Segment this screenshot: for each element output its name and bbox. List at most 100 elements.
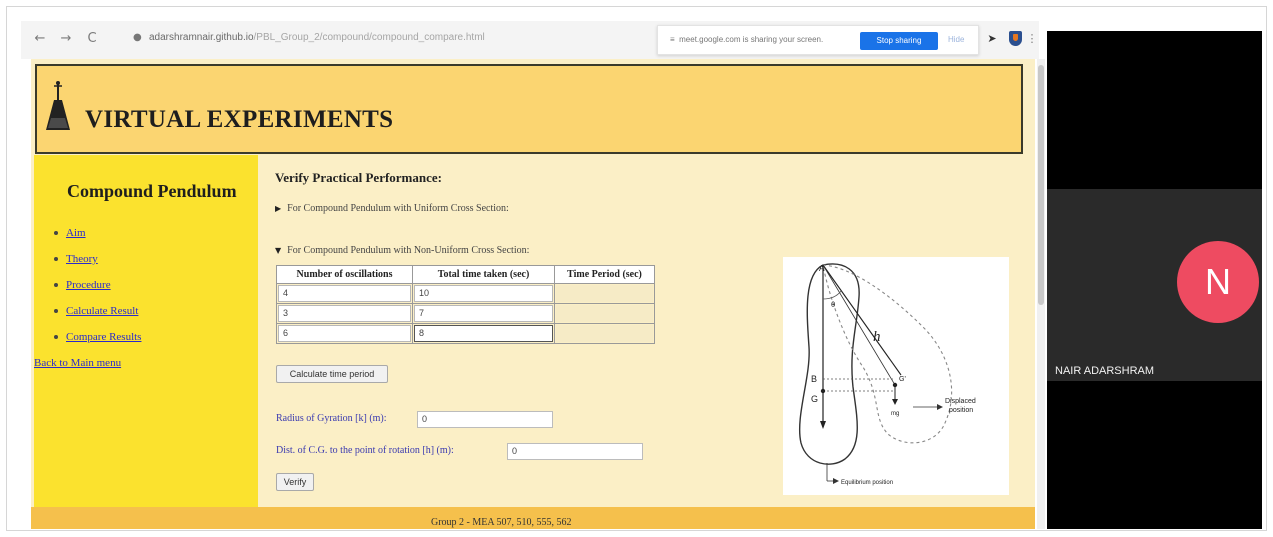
sidebar-item-calculate-result[interactable]: Calculate Result	[54, 305, 141, 331]
shield-icon[interactable]	[1009, 31, 1022, 46]
displaced-pointer-head	[937, 404, 943, 410]
oscillations-input[interactable]: 3	[278, 305, 411, 322]
back-to-main-menu-link[interactable]: Back to Main menu	[34, 357, 121, 369]
section-heading: Verify Practical Performance:	[275, 170, 442, 185]
table-row: 4 10	[276, 283, 655, 304]
label-equilibrium: Equilibrium position	[841, 480, 893, 486]
table-row: 6 8	[276, 323, 655, 344]
nonuniform-section-label: For Compound Pendulum with Non-Uniform C…	[287, 245, 530, 256]
uniform-section-toggle[interactable]: ▶ For Compound Pendulum with Uniform Cros…	[275, 203, 509, 214]
share-message: ≡ meet.google.com is sharing your screen…	[670, 35, 824, 44]
url-path: /PBL_Group_2/compound/compound_compare.h…	[253, 32, 485, 43]
distance-label: Dist. of C.G. to the point of rotation […	[276, 445, 454, 456]
menu-icon[interactable]: ⋮	[1025, 31, 1039, 47]
bullet-icon	[54, 231, 58, 236]
flask-icon	[46, 81, 70, 130]
bullet-icon	[54, 283, 58, 288]
g-point	[820, 388, 826, 394]
site-header: VIRTUAL EXPERIMENTS	[35, 64, 1023, 154]
column-header: Number of oscillations	[276, 265, 413, 284]
table-cell	[554, 283, 655, 304]
sidebar-item-procedure[interactable]: Procedure	[54, 279, 141, 305]
table-row: 3 7	[276, 303, 655, 324]
puzzle-icon[interactable]: ➤	[985, 31, 999, 47]
radius-label: Radius of Gyration [k] (m):	[276, 413, 387, 424]
back-arrow-icon[interactable]: ←	[31, 30, 49, 48]
footer-text: Group 2 - MEA 507, 510, 555, 562	[431, 517, 572, 528]
meet-panel: N NAIR ADARSHRAM	[1047, 31, 1262, 529]
uniform-section-label: For Compound Pendulum with Uniform Cross…	[287, 203, 509, 214]
label-g: G	[811, 394, 818, 404]
column-header: Total time taken (sec)	[412, 265, 555, 284]
bullet-icon	[54, 335, 58, 340]
sidebar-item-label: Aim	[66, 227, 86, 239]
table-header-row: Number of oscillations Total time taken …	[276, 265, 655, 284]
period-output	[556, 305, 653, 322]
h-line	[822, 264, 896, 386]
sidebar-item-aim[interactable]: Aim	[54, 227, 141, 253]
triangle-right-icon: ▶	[275, 204, 282, 213]
table-cell: 6	[276, 323, 413, 344]
screenshot-frame: ← → C ● adarshramnair.github.io/PBL_Grou…	[6, 6, 1267, 531]
label-mg: mg	[891, 411, 899, 417]
oscillations-input[interactable]: 6	[278, 325, 411, 342]
verify-button[interactable]: Verify	[276, 473, 314, 491]
stop-sharing-button[interactable]: Stop sharing	[860, 32, 938, 50]
period-output	[556, 325, 653, 342]
calculate-time-period-button[interactable]: Calculate time period	[276, 365, 388, 383]
mg-arrow-head	[892, 399, 898, 405]
radius-input[interactable]: 0	[417, 411, 553, 428]
table-cell: 7	[412, 303, 555, 324]
web-page: VIRTUAL EXPERIMENTS Compound Pendulum Ai…	[31, 59, 1035, 529]
screen-share-banner: ≡ meet.google.com is sharing your screen…	[657, 25, 979, 55]
time-input[interactable]: 10	[414, 285, 553, 302]
g-prime-point	[892, 382, 898, 388]
participant-tile: N NAIR ADARSHRAM	[1047, 189, 1262, 381]
pendulum-diagram: A θ h B G G' mg Displaced position Equil…	[783, 257, 1009, 495]
table-cell: 8	[412, 323, 555, 344]
nonuniform-section-toggle[interactable]: ▼ For Compound Pendulum with Non-Uniform …	[275, 245, 529, 256]
oscillations-input[interactable]: 4	[278, 285, 411, 302]
browser-toolbar: ← → C ● adarshramnair.github.io/PBL_Grou…	[21, 21, 1039, 59]
sidebar-nav: Aim Theory Procedure Calculate Result Co…	[54, 227, 141, 357]
label-b: B	[811, 374, 817, 384]
label-a: A	[819, 264, 825, 273]
label-position: position	[949, 407, 973, 414]
table-cell	[554, 303, 655, 324]
period-output	[556, 285, 653, 302]
sidebar-item-label: Procedure	[66, 279, 111, 291]
bullet-icon	[54, 309, 58, 314]
table-cell: 3	[276, 303, 413, 324]
label-h: h	[873, 329, 881, 345]
forward-arrow-icon[interactable]: →	[57, 30, 75, 48]
distance-input[interactable]: 0	[507, 443, 643, 460]
lock-icon: ●	[133, 32, 142, 43]
table-cell	[554, 323, 655, 344]
reload-icon[interactable]: C	[83, 30, 101, 48]
hide-button[interactable]: Hide	[948, 35, 964, 44]
address-bar[interactable]: adarshramnair.github.io/PBL_Group_2/comp…	[149, 32, 485, 43]
sidebar-item-theory[interactable]: Theory	[54, 253, 141, 279]
sidebar-title: Compound Pendulum	[67, 181, 237, 201]
sidebar-item-label: Theory	[66, 253, 98, 265]
time-input[interactable]: 8	[414, 325, 553, 342]
bullet-icon	[54, 257, 58, 262]
equilibrium-body-outline	[799, 263, 860, 465]
site-title: VIRTUAL EXPERIMENTS	[85, 106, 394, 133]
scrollbar-thumb[interactable]	[1038, 65, 1044, 305]
label-displaced: Displaced	[945, 398, 976, 405]
table-cell: 10	[412, 283, 555, 304]
time-input[interactable]: 7	[414, 305, 553, 322]
share-message-text: meet.google.com is sharing your screen.	[679, 35, 824, 44]
sidebar-item-label: Calculate Result	[66, 305, 139, 317]
participant-name: NAIR ADARSHRAM	[1055, 365, 1155, 377]
column-header: Time Period (sec)	[554, 265, 655, 284]
table-cell: 4	[276, 283, 413, 304]
sidebar: Compound Pendulum Aim Theory Procedure C…	[34, 155, 258, 507]
label-g-prime: G'	[899, 376, 906, 383]
page-scrollbar[interactable]	[1037, 59, 1045, 529]
sidebar-item-compare-results[interactable]: Compare Results	[54, 331, 141, 357]
url-host: adarshramnair.github.io	[149, 32, 254, 43]
equilibrium-pointer-head	[833, 478, 839, 484]
site-footer: Group 2 - MEA 507, 510, 555, 562	[31, 507, 1035, 529]
